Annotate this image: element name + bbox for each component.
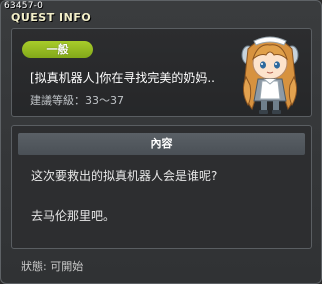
window-title: QUEST INFO <box>11 11 92 24</box>
quest-content-panel: 內容 这次要救出的拟真机器人会是谁呢? 去马伦那里吧。 <box>11 125 312 249</box>
content-line-2: 去马伦那里吧。 <box>31 209 116 223</box>
content-header: 內容 <box>18 133 305 155</box>
quest-status: 狀態: 可開始 <box>21 260 84 273</box>
content-line-1: 这次要救出的拟真机器人会是谁呢? <box>31 169 218 183</box>
quest-category-badge: 一般 <box>22 41 93 58</box>
quest-name: [拟真机器人]你在寻找完美的奶妈.. <box>30 71 215 85</box>
npc-portrait-icon <box>241 36 299 114</box>
recommended-level: 建議等級：33～37 <box>30 94 124 107</box>
quest-summary-panel: 一般 [拟真机器人]你在寻找完美的奶妈.. 建議等級：33～37 <box>11 28 312 117</box>
quest-id-label: 63457-0 <box>4 1 44 11</box>
quest-info-window: 63457-0 QUEST INFO 一般 [拟真机器人]你在寻找完美的奶妈..… <box>0 0 322 284</box>
